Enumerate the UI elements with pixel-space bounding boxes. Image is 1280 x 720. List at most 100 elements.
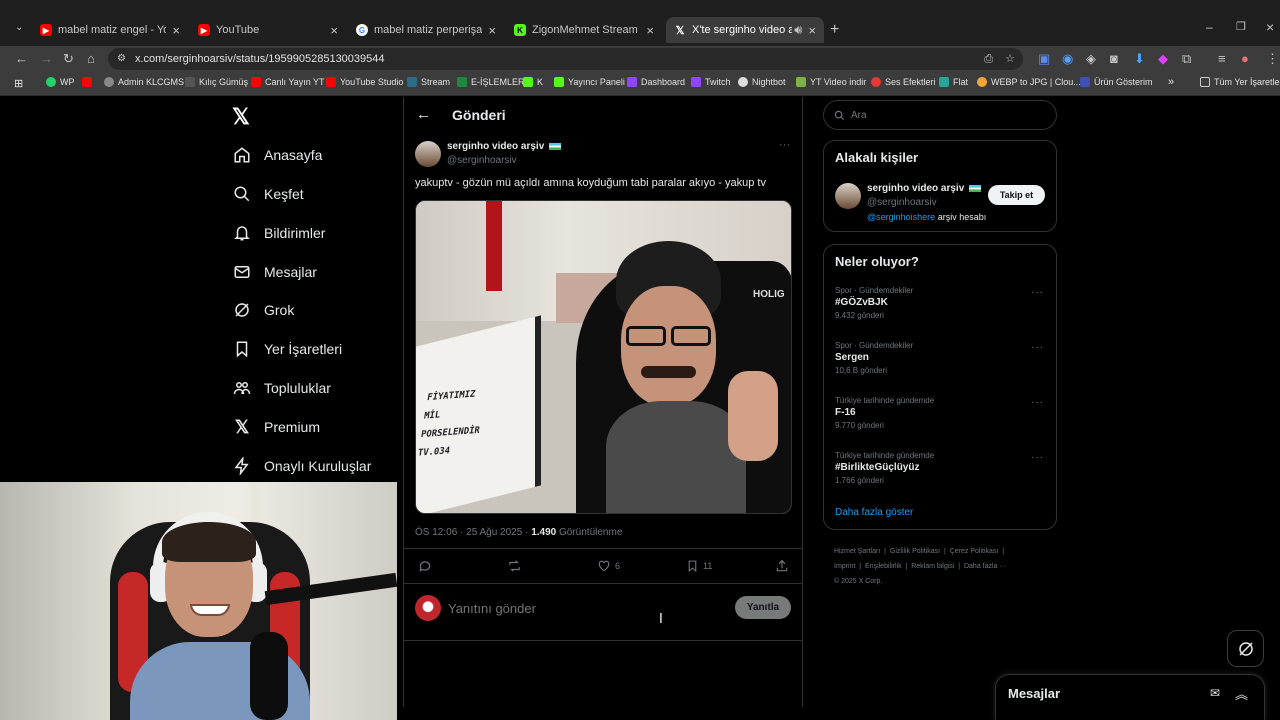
bookmark-item[interactable]: YouTube Studio <box>326 77 403 87</box>
avatar[interactable]: ● <box>1241 51 1249 66</box>
camera-icon[interactable]: ◙ <box>1110 51 1118 66</box>
bookmark-item[interactable]: Ses Efektleri <box>871 77 936 87</box>
messages-drawer[interactable]: Mesajlar ✉ ︽ <box>995 674 1265 720</box>
follow-button[interactable]: Takip et <box>988 185 1045 205</box>
translate-icon[interactable]: ▣ <box>1038 51 1050 67</box>
nav-item-home[interactable]: Anasayfa <box>233 143 322 167</box>
nav-item-bookmarks[interactable]: Yer İşaretleri <box>233 337 342 361</box>
reply-input[interactable] <box>448 599 718 617</box>
search-box[interactable] <box>823 100 1057 130</box>
nav-item-communities[interactable]: Topluluklar <box>233 376 331 400</box>
close-window-button[interactable]: × <box>1266 19 1274 35</box>
author-handle[interactable]: @serginhoarsiv <box>447 155 517 166</box>
tab-search-icon[interactable]: ≡ <box>1218 51 1226 66</box>
nav-item-explore[interactable]: Keşfet <box>233 182 304 206</box>
related-name[interactable]: serginho video arşiv <box>867 183 982 194</box>
bookmark-item[interactable]: Nightbot <box>738 77 786 87</box>
repost-icon[interactable] <box>507 559 522 578</box>
bookmark-item[interactable]: Admin KLCGMS <box>104 77 184 87</box>
related-handle[interactable]: @serginhoarsiv <box>867 197 937 208</box>
reply-button[interactable]: Yanıtla <box>735 596 791 619</box>
trend-item[interactable]: Türkiye tarihinde gündemde #BirlikteGüçl… <box>835 451 1045 485</box>
bookmark-item[interactable]: WEBP to JPG | Clou... <box>977 77 1081 87</box>
bio-mention-link[interactable]: @serginhoishere <box>867 212 935 222</box>
more-options-icon[interactable]: ··· <box>779 139 790 151</box>
bookmarks-overflow-icon[interactable]: » <box>1168 76 1174 88</box>
bookmark-item[interactable]: Flat <box>939 77 968 87</box>
tab-youtube-2[interactable]: ▶ YouTube × <box>190 17 346 43</box>
extension-icon[interactable]: ◉ <box>1062 51 1073 67</box>
reload-icon[interactable]: ↻ <box>63 51 74 67</box>
bookmark-item[interactable]: Dashboard <box>627 77 685 87</box>
trend-more-icon[interactable]: ··· <box>1031 452 1044 463</box>
close-tab-icon[interactable]: × <box>808 23 816 38</box>
tab-google[interactable]: G mabel matiz perperişan sözleri × <box>348 17 504 43</box>
footer-link[interactable]: Erişilebilirlik <box>865 563 902 570</box>
bookmark-item[interactable]: WP <box>46 77 75 87</box>
extension-icon[interactable]: ◆ <box>1158 51 1168 67</box>
download-icon[interactable]: ⬇ <box>1134 51 1145 67</box>
trend-more-icon[interactable]: ··· <box>1031 342 1044 353</box>
bookmark-item[interactable]: Kılıç Gümüş <box>185 77 248 87</box>
nav-item-verified-orgs[interactable]: Onaylı Kuruluşlar <box>233 454 371 478</box>
footer-link[interactable]: Çerez Politikası <box>950 548 999 555</box>
close-tab-icon[interactable]: × <box>330 23 338 38</box>
new-tab-button[interactable]: + <box>830 21 839 39</box>
author-name[interactable]: serginho video arşiv <box>447 141 562 152</box>
tab-kick[interactable]: K ZigonMehmet Stream - Watch × <box>506 17 662 43</box>
close-tab-icon[interactable]: × <box>488 23 496 38</box>
nav-item-grok[interactable]: Grok <box>233 298 294 322</box>
install-icon[interactable]: ⎙ <box>984 48 993 70</box>
reply-icon[interactable] <box>418 559 432 576</box>
all-bookmarks[interactable]: Tüm Yer İşaretleri <box>1200 77 1280 87</box>
speaker-icon[interactable]: 🔊︎ <box>794 22 802 38</box>
bookmark-item[interactable]: Ürün Gösterim <box>1080 77 1153 87</box>
footer-link[interactable]: Daha fazla ··· <box>964 563 1006 570</box>
x-logo-icon[interactable]: 𝕏 <box>232 104 250 130</box>
show-more-link[interactable]: Daha fazla göster <box>835 507 913 518</box>
new-message-icon[interactable]: ✉ <box>1210 686 1220 700</box>
tab-search-icon[interactable]: ⌄ <box>15 22 23 33</box>
bookmark-item[interactable]: K <box>523 77 543 87</box>
share-icon[interactable] <box>775 559 789 578</box>
bookmark-item[interactable]: E-İŞLEMLER <box>457 77 525 87</box>
bookmark-item[interactable]: Twitch <box>691 77 731 87</box>
footer-link[interactable]: Hizmet Şartları <box>834 548 880 555</box>
trend-more-icon[interactable]: ··· <box>1031 287 1044 298</box>
back-arrow-icon[interactable]: ← <box>416 106 431 123</box>
star-icon[interactable]: ☆ <box>1005 48 1015 70</box>
shield-icon[interactable]: ◈ <box>1086 51 1096 67</box>
chevron-up-icon[interactable]: ︽ <box>1235 684 1248 703</box>
close-tab-icon[interactable]: × <box>646 23 654 38</box>
footer-link[interactable]: Gizlilik Politikası <box>890 548 940 555</box>
search-input[interactable] <box>851 109 1041 121</box>
nav-item-notifications[interactable]: Bildirimler <box>233 221 325 245</box>
forward-icon[interactable]: → <box>40 51 53 66</box>
related-avatar[interactable] <box>835 183 861 209</box>
close-tab-icon[interactable]: × <box>172 23 180 38</box>
address-bar[interactable]: ⚙ x.com/serginhoarsiv/status/19599052851… <box>108 48 1023 70</box>
home-icon[interactable]: ⌂ <box>87 51 95 66</box>
bookmark-item[interactable]: YT Video indir <box>796 77 866 87</box>
puzzle-icon[interactable]: ⧉ <box>1182 51 1191 67</box>
footer-link[interactable]: Reklam bilgisi <box>911 563 954 570</box>
menu-icon[interactable]: ⋮ <box>1266 51 1279 67</box>
site-info-icon[interactable]: ⚙ <box>117 48 126 70</box>
trend-item[interactable]: Spor · Gündemdekiler Sergen 10,6 B gönde… <box>835 341 1045 375</box>
bookmark-button[interactable]: 11 <box>686 559 712 573</box>
grok-float-button[interactable] <box>1227 630 1264 667</box>
back-icon[interactable]: ← <box>15 51 28 66</box>
bookmark-item[interactable]: Canlı Yayın YT <box>251 77 325 87</box>
trend-item[interactable]: Spor · Gündemdekiler #GÖZvBJK 9.432 gönd… <box>835 286 1045 320</box>
apps-icon[interactable]: ⊞ <box>14 77 23 90</box>
minimize-button[interactable]: – <box>1206 20 1213 34</box>
like-button[interactable]: 6 <box>597 559 620 573</box>
nav-item-messages[interactable]: Mesajlar <box>233 260 317 284</box>
tab-youtube-1[interactable]: ▶ mabel matiz engel - YouTube × <box>32 17 188 43</box>
tab-x-active[interactable]: 𝕏 X'te serginho video arşiv adl 🔊︎ × <box>666 17 824 43</box>
post-timestamp[interactable]: ÖS 12:06 · 25 Ağu 2025 · <box>415 527 531 538</box>
trend-item[interactable]: Türkiye tarihinde gündemde F-16 9.770 gö… <box>835 396 1045 430</box>
trend-more-icon[interactable]: ··· <box>1031 397 1044 408</box>
bookmark-item[interactable] <box>82 77 96 87</box>
user-avatar[interactable] <box>415 595 441 621</box>
